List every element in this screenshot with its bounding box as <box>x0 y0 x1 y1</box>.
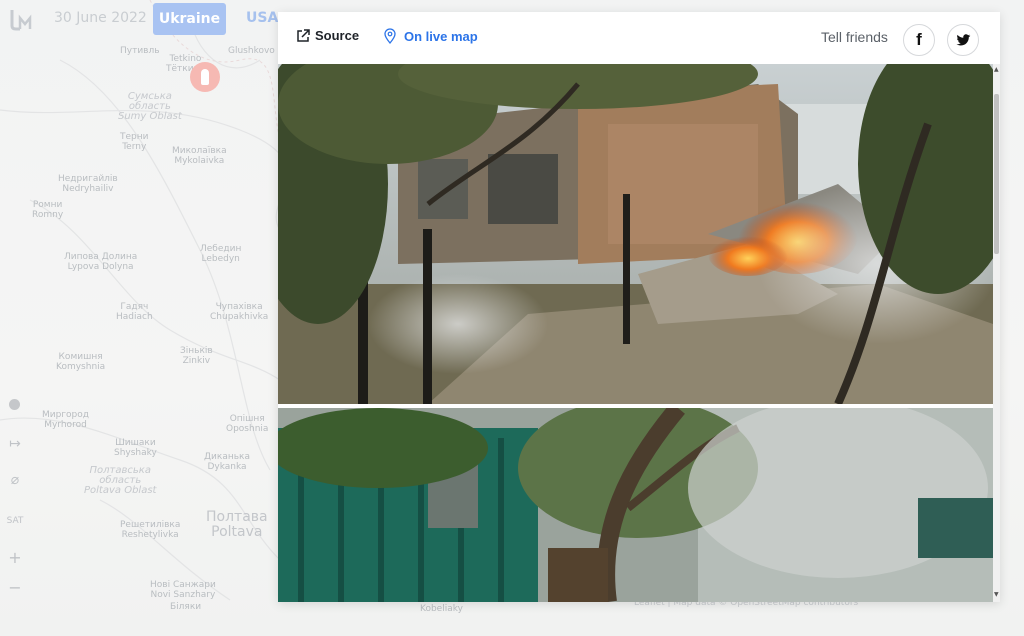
scroll-up-arrow-icon[interactable]: ▲ <box>994 66 999 73</box>
map-label-oposhnia: Опішня Oposhnia <box>226 414 269 434</box>
map-label-romny: Ромни Romny <box>32 200 64 220</box>
map-label-sumy-oblast: Сумська область Sumy Oblast <box>118 91 182 122</box>
event-marker[interactable] <box>190 62 220 92</box>
map-label-novi-sanzhary: Нові Санжари Novi Sanzhary <box>150 580 216 600</box>
map-label-shyshaky: Шишаки Shyshaky <box>114 438 157 458</box>
twitter-icon <box>956 33 970 45</box>
ruler-icon[interactable]: ↦ <box>4 436 26 452</box>
facebook-icon: f <box>916 30 922 49</box>
on-live-map-label: On live map <box>404 28 478 44</box>
location-dot[interactable] <box>9 399 20 410</box>
date-selector[interactable]: 30 June 2022 <box>54 10 147 26</box>
map-label-komyshnia: Комишня Komyshnia <box>56 352 106 372</box>
popup-scrollbar[interactable]: ▲ ▼ <box>993 64 1000 602</box>
map-label-poltava: Полтава Poltava <box>206 509 268 540</box>
burning-house-photo <box>278 64 993 404</box>
map-pin-icon <box>384 28 396 44</box>
popup-header: Source On live map Tell friends f <box>278 12 1000 64</box>
tab-ukraine[interactable]: Ukraine <box>153 3 226 35</box>
map-label-chupakhivka: Чупахівка Chupakhivka <box>210 302 269 322</box>
map-label-terny: Терни Terny <box>120 132 149 152</box>
facebook-share-button[interactable]: f <box>903 24 935 56</box>
smoky-yard-photo <box>278 408 993 602</box>
map-label-dykanka: Диканька Dykanka <box>204 452 250 472</box>
source-label: Source <box>315 28 360 43</box>
map-label-myrhorod: Миргород Myrhorod <box>42 410 90 430</box>
map-label-putyvl: Путивль <box>120 46 160 56</box>
visibility-icon[interactable]: ⌀ <box>4 472 26 488</box>
tell-friends-label: Tell friends <box>821 29 888 45</box>
event-popup: Source On live map Tell friends f ▲ ▼ <box>278 12 1000 602</box>
marker-pin-icon <box>201 69 209 85</box>
map-label-kobeliaky: Kobeliaky <box>420 604 463 614</box>
satellite-toggle[interactable]: SAT <box>4 516 26 526</box>
map-label-poltava-oblast: Полтавська область Poltava Oblast <box>84 465 157 496</box>
popup-media[interactable]: ▲ ▼ <box>278 64 1000 602</box>
scroll-down-arrow-icon[interactable]: ▼ <box>994 591 999 598</box>
map-label-lypova-dolyna: Липова Долина Lypova Dolyna <box>64 252 138 272</box>
twitter-share-button[interactable] <box>947 24 979 56</box>
on-live-map-link[interactable]: On live map <box>384 28 478 44</box>
scrollbar-thumb[interactable] <box>994 94 999 254</box>
map-label-nedryhailiv: Недригайлів Nedryhailiv <box>58 174 118 194</box>
tab-usa[interactable]: USA <box>246 10 278 26</box>
zoom-in-button[interactable]: + <box>4 548 26 567</box>
source-link[interactable]: Source <box>296 28 359 43</box>
event-photo[interactable] <box>278 64 993 404</box>
liveuamap-logo-icon[interactable] <box>8 6 36 32</box>
map-label-lebedyn: Лебедин Lebedyn <box>200 244 242 264</box>
map-label-mykolaivka: Миколаївка Mykolaivka <box>172 146 227 166</box>
map-label-reshetylivka: Решетилівка Reshetylivka <box>120 520 181 540</box>
map-label-hadiach: Гадяч Hadiach <box>116 302 153 322</box>
map-label-biliaky: Біляки <box>170 602 202 612</box>
zoom-out-button[interactable]: − <box>4 578 26 597</box>
map-label-glushkovo: Glushkovo <box>228 46 275 56</box>
map-label-zinkiv: Зіньків Zinkiv <box>180 346 213 366</box>
external-link-icon <box>297 28 310 42</box>
event-photo[interactable] <box>278 408 993 602</box>
